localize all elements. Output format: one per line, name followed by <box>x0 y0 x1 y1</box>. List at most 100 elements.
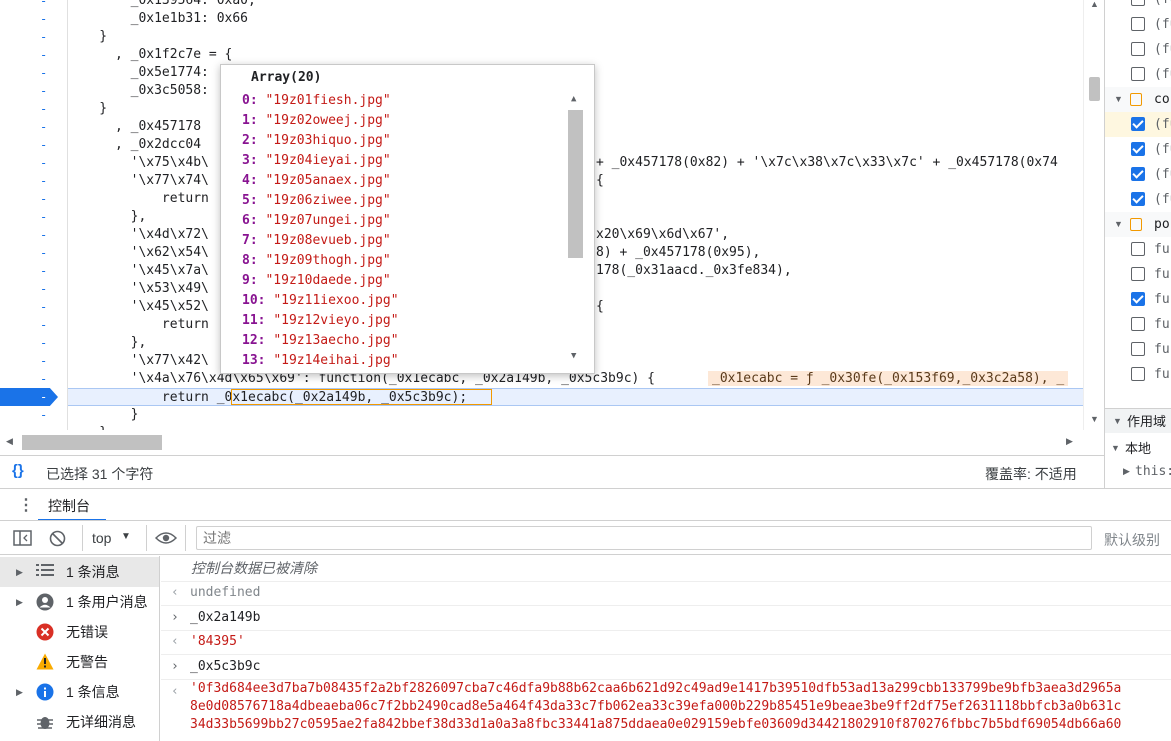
breakpoint-item[interactable]: fur <box>1105 287 1171 312</box>
array-item[interactable]: 2: "19z03hiquo.jpg" <box>242 131 391 151</box>
gutter-line-marker[interactable]: - <box>0 118 68 136</box>
expand-icon[interactable]: ▶ <box>16 677 23 707</box>
console-input-row[interactable]: › _0x2a149b <box>161 606 1171 631</box>
sidebar-toggle-icon[interactable] <box>13 530 32 546</box>
gutter-line-marker[interactable]: - <box>0 82 68 100</box>
breakpoint-item[interactable]: fur <box>1105 312 1171 337</box>
array-item[interactable]: 9: "19z10daede.jpg" <box>242 271 391 291</box>
scroll-up-icon[interactable]: ▲ <box>571 94 576 104</box>
breakpoint-checkbox[interactable] <box>1131 292 1145 306</box>
scope-section-header[interactable]: ▼ 作用域 <box>1105 408 1171 433</box>
breakpoint-item[interactable]: (fu <box>1105 37 1171 62</box>
sidebar-filter-warning[interactable]: 无警告 <box>0 647 159 677</box>
array-item[interactable]: 4: "19z05anaex.jpg" <box>242 171 391 191</box>
gutter-line-marker[interactable]: - <box>0 244 68 262</box>
source-editor[interactable]: ------------------------- _0x139564: 0xa… <box>0 0 1104 455</box>
scroll-thumb[interactable] <box>1089 77 1100 101</box>
breakpoint-checkbox[interactable] <box>1131 0 1145 6</box>
gutter-line-marker[interactable]: - <box>0 352 68 370</box>
breakpoint-item[interactable]: fur <box>1105 362 1171 387</box>
expand-icon[interactable]: ▶ <box>16 557 23 587</box>
breakpoint-checkbox[interactable] <box>1131 192 1145 206</box>
breakpoint-checkbox[interactable] <box>1131 342 1145 356</box>
expand-icon[interactable]: ▶ <box>16 587 23 617</box>
breakpoint-checkbox[interactable] <box>1131 267 1145 281</box>
variable-popover[interactable]: Array(20) 0: "19z01fiesh.jpg" 1: "19z02ow… <box>220 64 595 374</box>
array-item[interactable]: 6: "19z07ungei.jpg" <box>242 211 391 231</box>
scroll-down-icon[interactable]: ▼ <box>571 351 576 361</box>
gutter-line-marker[interactable]: - <box>0 208 68 226</box>
console-output-row[interactable]: ‹ '84395' <box>161 630 1171 656</box>
breakpoint-marker[interactable]: - <box>0 388 58 406</box>
console-output-row[interactable]: ‹ undefined <box>161 581 1171 606</box>
breakpoint-item[interactable]: (fu <box>1105 12 1171 37</box>
array-item[interactable]: 0: "19z01fiesh.jpg" <box>242 91 391 111</box>
scroll-right-icon[interactable]: ▶ <box>1066 436 1073 447</box>
gutter-line-marker[interactable]: - <box>0 280 68 298</box>
gutter-line-marker[interactable]: - <box>0 298 68 316</box>
array-item[interactable]: 13: "19z14eihai.jpg" <box>242 351 399 371</box>
breakpoint-group[interactable]: ▼ po <box>1105 212 1171 237</box>
scroll-down-icon[interactable]: ▼ <box>1090 414 1099 424</box>
scroll-thumb[interactable] <box>568 110 583 258</box>
sidebar-filter-bug[interactable]: 无详细消息 <box>0 707 159 737</box>
breakpoint-checkbox[interactable] <box>1131 167 1145 181</box>
scope-local[interactable]: ▼ 本地 <box>1105 436 1171 461</box>
editor-horizontal-scrollbar[interactable]: ◀ ▶ <box>0 432 1083 452</box>
breakpoint-checkbox[interactable] <box>1131 317 1145 331</box>
breakpoint-item[interactable]: (fu <box>1105 137 1171 162</box>
array-item[interactable]: 8: "19z09thogh.jpg" <box>242 251 391 271</box>
gutter-line-marker[interactable]: - <box>0 370 68 388</box>
breakpoint-checkbox[interactable] <box>1131 142 1145 156</box>
breakpoint-item[interactable]: (fu <box>1105 162 1171 187</box>
live-expression-eye-icon[interactable] <box>155 531 177 545</box>
gutter-line-marker[interactable]: - <box>0 64 68 82</box>
gutter-line-marker[interactable]: - <box>0 100 68 118</box>
scroll-left-icon[interactable]: ◀ <box>6 436 13 447</box>
breakpoint-item[interactable]: fur <box>1105 262 1171 287</box>
log-level-selector[interactable]: 默认级别 <box>1104 530 1160 550</box>
gutter-line-marker[interactable]: - <box>0 316 68 334</box>
console-output-long-value[interactable]: ‹ '0f3d684ee3d7ba7b08435f2a2bf2826097cba7… <box>161 680 1171 741</box>
gutter-line-marker[interactable]: - <box>0 10 68 28</box>
sidebar-filter-error[interactable]: 无错误 <box>0 617 159 647</box>
breakpoint-item[interactable]: (fu <box>1105 187 1171 212</box>
editor-vertical-scrollbar[interactable]: ▲ ▼ <box>1083 0 1104 430</box>
gutter-line-marker[interactable]: - <box>0 46 68 64</box>
line-gutter[interactable]: ------------------------- <box>0 0 68 440</box>
breakpoint-item[interactable]: (fu <box>1105 62 1171 87</box>
sidebar-filter-info[interactable]: ▶ 1 条信息 <box>0 677 159 707</box>
breakpoint-checkbox[interactable] <box>1131 117 1145 131</box>
breakpoint-checkbox[interactable] <box>1131 242 1145 256</box>
drawer-menu-icon[interactable]: ⋮ <box>18 495 34 515</box>
array-item[interactable]: 3: "19z04ieyai.jpg" <box>242 151 391 171</box>
array-item[interactable]: 10: "19z11iexoo.jpg" <box>242 291 399 311</box>
array-item[interactable]: 5: "19z06ziwee.jpg" <box>242 191 391 211</box>
breakpoint-checkbox[interactable] <box>1131 42 1145 56</box>
array-item[interactable]: 7: "19z08evueb.jpg" <box>242 231 391 251</box>
gutter-line-marker[interactable]: - <box>0 190 68 208</box>
pretty-print-icon[interactable]: {} <box>12 462 24 479</box>
gutter-line-marker[interactable]: - <box>0 262 68 280</box>
breakpoint-item[interactable]: fur <box>1105 237 1171 262</box>
gutter-line-marker[interactable]: - <box>0 334 68 352</box>
breakpoint-checkbox[interactable] <box>1131 17 1145 31</box>
gutter-line-marker[interactable]: - <box>0 0 68 10</box>
array-item[interactable]: 11: "19z12vieyo.jpg" <box>242 311 399 331</box>
gutter-line-marker[interactable]: - <box>0 154 68 172</box>
gutter-line-marker[interactable]: - <box>0 226 68 244</box>
breakpoint-item[interactable]: (fu <box>1105 0 1171 12</box>
breakpoint-item[interactable]: fur <box>1105 337 1171 362</box>
breakpoint-item[interactable]: (fu <box>1105 112 1171 137</box>
context-selector[interactable]: top ▼ <box>92 529 140 549</box>
gutter-line-marker[interactable]: - <box>0 28 68 46</box>
gutter-line-marker[interactable]: - <box>0 172 68 190</box>
sidebar-filter-user[interactable]: ▶ 1 条用户消息 <box>0 587 159 617</box>
array-item[interactable]: 12: "19z13aecho.jpg" <box>242 331 399 351</box>
scope-this[interactable]: ▶ this: <box>1105 459 1171 484</box>
clear-console-icon[interactable] <box>49 530 66 547</box>
breakpoint-checkbox[interactable] <box>1131 367 1145 381</box>
scroll-thumb[interactable] <box>22 435 162 450</box>
filter-input[interactable] <box>196 526 1092 550</box>
breakpoint-checkbox[interactable] <box>1131 67 1145 81</box>
